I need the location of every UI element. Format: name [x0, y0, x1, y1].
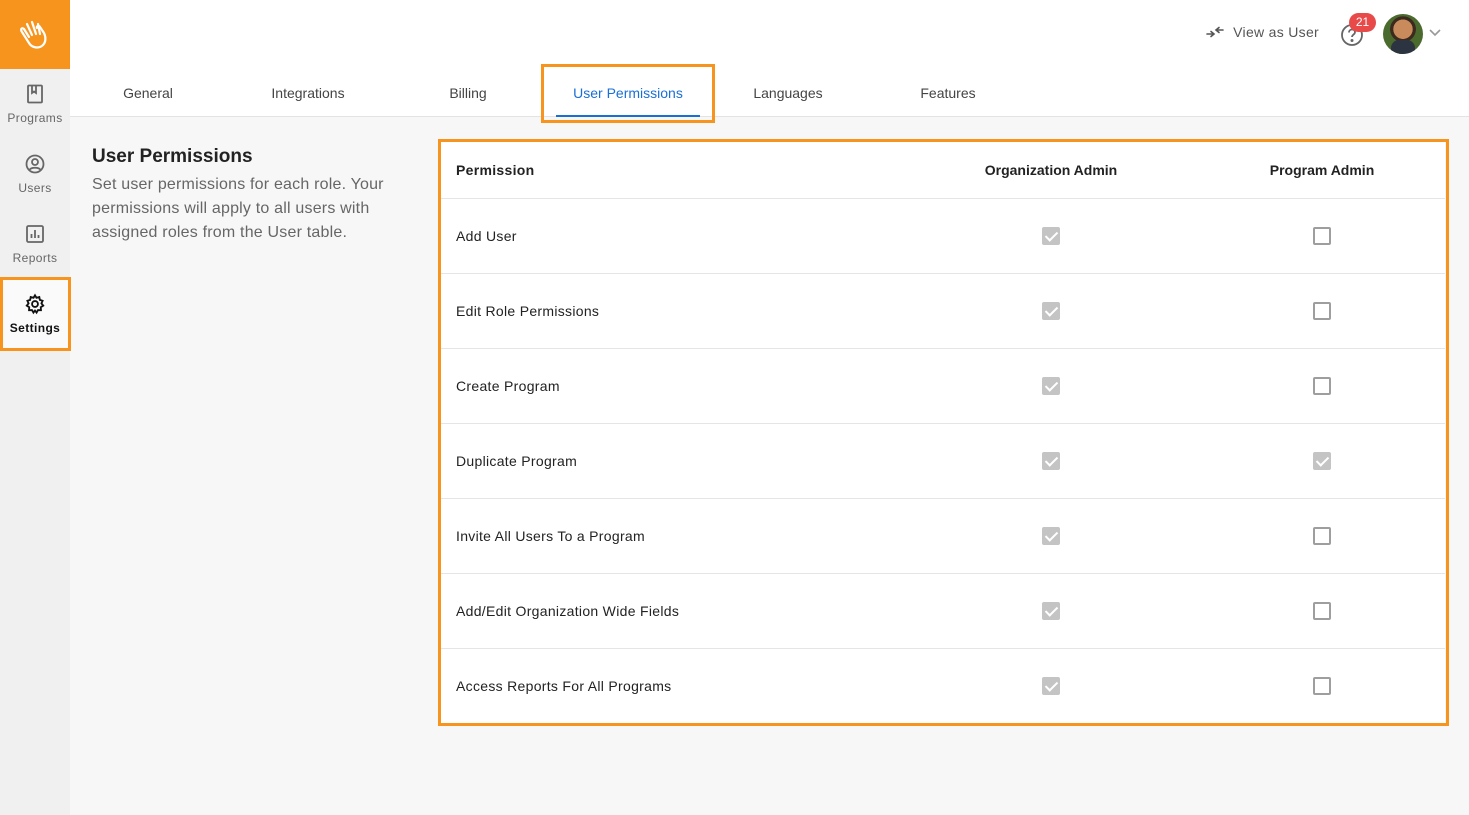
column-header-program-admin: Program Admin — [1269, 162, 1375, 178]
permission-name: Invite All Users To a Program — [456, 528, 645, 544]
tab-integrations[interactable]: Integrations — [228, 69, 388, 117]
sidebar-item-label: Reports — [12, 251, 58, 265]
permission-name: Access Reports For All Programs — [456, 678, 672, 694]
column-header-organization-admin: Organization Admin — [984, 162, 1118, 178]
sidebar-item-programs[interactable]: Programs — [0, 69, 70, 139]
tab-user-permissions[interactable]: User Permissions — [548, 69, 708, 117]
tab-languages[interactable]: Languages — [708, 69, 868, 117]
sidebar-item-settings[interactable]: Settings — [0, 279, 70, 349]
permission-name: Create Program — [456, 378, 560, 394]
notification-badge: 21 — [1349, 13, 1376, 32]
view-as-user-label: View as User — [1233, 24, 1319, 40]
table-row: Access Reports For All Programs — [441, 648, 1445, 723]
program-admin-checkbox[interactable] — [1313, 527, 1331, 545]
sidebar-item-label: Programs — [7, 111, 63, 125]
tab-billing[interactable]: Billing — [388, 69, 548, 117]
sidebar-item-reports[interactable]: Reports — [0, 209, 70, 279]
sidebar-item-label: Settings — [9, 321, 61, 335]
gear-icon — [24, 293, 46, 315]
chevron-down-icon[interactable] — [1428, 27, 1442, 37]
program-admin-checkbox[interactable] — [1313, 227, 1331, 245]
org-admin-checkbox[interactable] — [1042, 677, 1060, 695]
top-bar: View as User — [70, 0, 1469, 69]
user-circle-icon — [24, 153, 46, 175]
avatar[interactable] — [1383, 14, 1423, 54]
tab-features[interactable]: Features — [868, 69, 1028, 117]
table-header: Permission Organization Admin Program Ad… — [441, 142, 1445, 198]
sidebar-item-label: Users — [18, 181, 52, 195]
sidebar: Programs Users Reports Settings — [0, 0, 70, 815]
tab-general[interactable]: General — [68, 69, 228, 117]
hand-wave-icon — [20, 20, 47, 49]
org-admin-checkbox[interactable] — [1042, 302, 1060, 320]
program-admin-checkbox[interactable] — [1313, 377, 1331, 395]
table-row: Invite All Users To a Program — [441, 498, 1445, 573]
org-admin-checkbox[interactable] — [1042, 452, 1060, 470]
program-admin-checkbox[interactable] — [1313, 602, 1331, 620]
org-admin-checkbox[interactable] — [1042, 602, 1060, 620]
org-admin-checkbox[interactable] — [1042, 527, 1060, 545]
program-admin-checkbox[interactable] — [1313, 302, 1331, 320]
program-admin-checkbox[interactable] — [1313, 677, 1331, 695]
permissions-table: Permission Organization Admin Program Ad… — [441, 142, 1445, 723]
table-row: Add/Edit Organization Wide Fields — [441, 573, 1445, 648]
permission-name: Add User — [456, 228, 517, 244]
permission-name: Edit Role Permissions — [456, 303, 600, 319]
settings-tabs: General Integrations Billing User Permis… — [70, 69, 1469, 117]
app-logo[interactable] — [0, 0, 70, 69]
permission-name: Duplicate Program — [456, 453, 578, 469]
sidebar-item-users[interactable]: Users — [0, 139, 70, 209]
bar-chart-icon — [24, 223, 46, 245]
section-title: User Permissions — [92, 146, 253, 167]
column-header-permission: Permission — [456, 162, 535, 178]
org-admin-checkbox[interactable] — [1042, 377, 1060, 395]
view-as-user-button[interactable]: View as User — [1205, 24, 1319, 40]
table-row: Add User — [441, 198, 1445, 273]
table-row: Create Program — [441, 348, 1445, 423]
section-description: Set user permissions for each role. Your… — [92, 176, 384, 241]
swap-arrows-icon — [1206, 26, 1224, 38]
table-row: Duplicate Program — [441, 423, 1445, 498]
table-row: Edit Role Permissions — [441, 273, 1445, 348]
program-admin-checkbox[interactable] — [1313, 452, 1331, 470]
org-admin-checkbox[interactable] — [1042, 227, 1060, 245]
permission-name: Add/Edit Organization Wide Fields — [456, 603, 680, 619]
book-icon — [24, 83, 46, 105]
